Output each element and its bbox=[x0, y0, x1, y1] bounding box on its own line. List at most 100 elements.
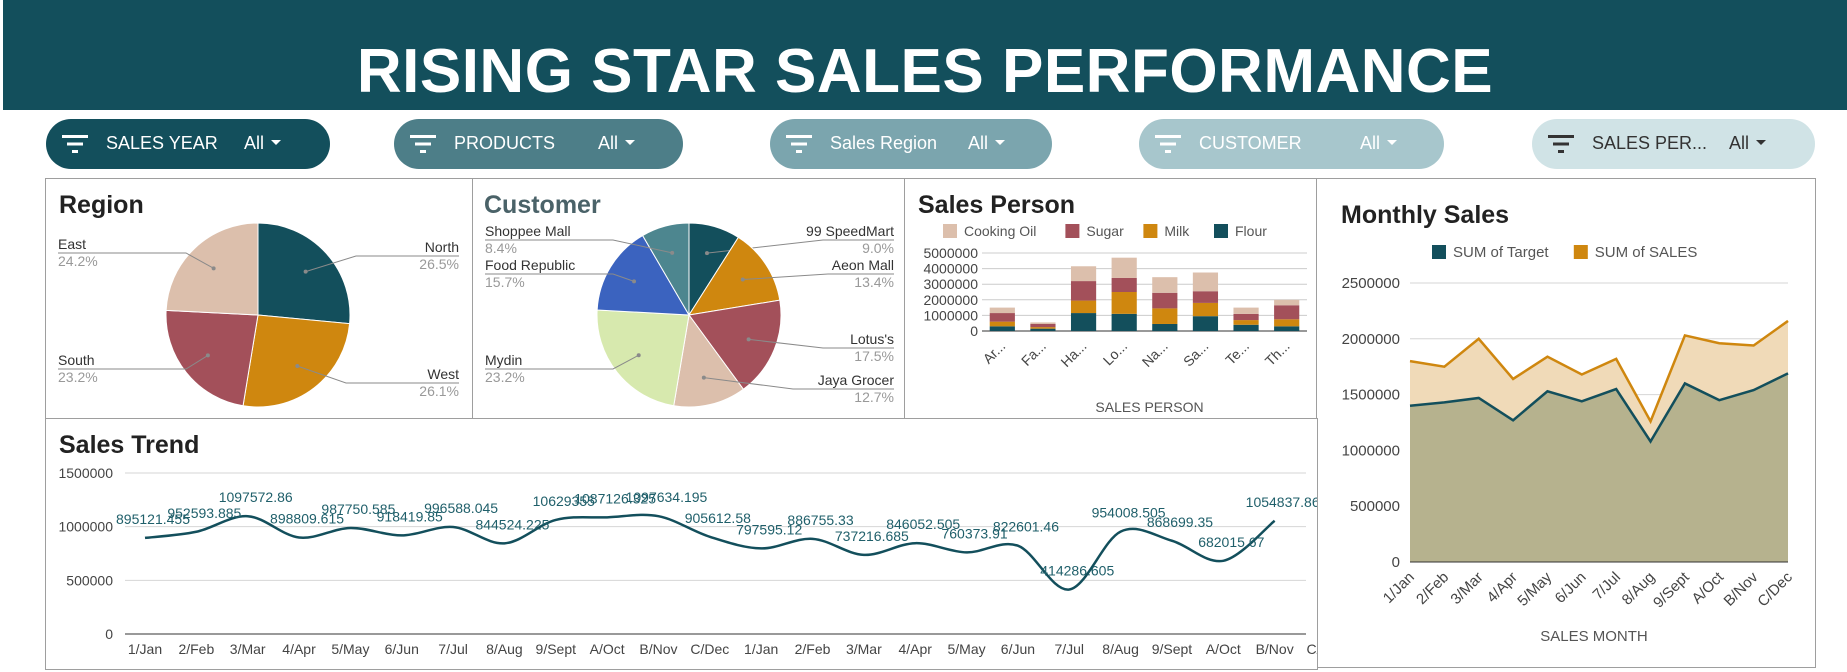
leader-dot bbox=[746, 337, 751, 342]
x-tick-label: 9/Sept bbox=[536, 641, 577, 657]
slice-percent: 13.4% bbox=[854, 274, 894, 290]
leader-dot bbox=[211, 266, 216, 271]
bar-segment bbox=[1233, 320, 1259, 325]
y-tick-label: 1500000 bbox=[1342, 387, 1400, 404]
bar-segment bbox=[989, 313, 1015, 322]
slice-label: West bbox=[427, 366, 459, 382]
x-tick-label: A/Oct bbox=[1206, 641, 1241, 657]
x-axis-title: SALES MONTH bbox=[1540, 628, 1648, 645]
bar-segment bbox=[1152, 323, 1178, 331]
y-tick-label: 1000000 bbox=[923, 307, 978, 323]
filter-sales-year[interactable]: SALES YEAR All bbox=[46, 119, 330, 169]
filter-products[interactable]: PRODUCTS All bbox=[394, 119, 683, 169]
x-tick-label: C/Dec bbox=[1754, 568, 1796, 610]
filter-value-dropdown[interactable]: All bbox=[968, 133, 1006, 154]
bar-segment bbox=[989, 307, 1015, 314]
bar-segment bbox=[1192, 291, 1219, 303]
y-tick-label: 1000000 bbox=[58, 519, 113, 535]
x-tick-label: 9/Sept bbox=[1650, 568, 1693, 611]
leader-dot bbox=[704, 251, 709, 256]
filter-sales-region[interactable]: Sales Region All bbox=[770, 119, 1052, 169]
filter-icon bbox=[62, 135, 88, 153]
bar-segment bbox=[1111, 313, 1137, 331]
x-tick-label: Te... bbox=[1222, 338, 1252, 368]
bar-segment bbox=[1274, 326, 1300, 331]
slice-percent: 17.5% bbox=[854, 348, 894, 364]
x-axis-title: SALES PERSON bbox=[1095, 399, 1203, 415]
legend-label: Cooking Oil bbox=[964, 223, 1036, 239]
leader-dot bbox=[632, 279, 637, 284]
slice-percent: 23.2% bbox=[58, 369, 98, 385]
slice-label: Mydin bbox=[485, 352, 522, 368]
legend-label: Sugar bbox=[1086, 223, 1124, 239]
filter-icon bbox=[1548, 135, 1574, 153]
slice-percent: 26.1% bbox=[419, 383, 459, 399]
data-label: 868699.35 bbox=[1147, 514, 1213, 530]
filter-value-dropdown[interactable]: All bbox=[598, 133, 636, 154]
slice-percent: 12.7% bbox=[854, 389, 894, 405]
region-pie-chart: North26.5% West26.1% South23.2% East24.2% bbox=[58, 222, 459, 408]
bar-segment bbox=[989, 321, 1015, 327]
bar-segment bbox=[1233, 307, 1259, 314]
slice-label: Jaya Grocer bbox=[818, 372, 895, 388]
bar-segment bbox=[1030, 327, 1056, 329]
legend-swatch bbox=[1143, 224, 1158, 238]
caret-down-icon bbox=[1387, 139, 1398, 145]
pie-slice bbox=[165, 309, 259, 407]
bar-segment bbox=[1274, 299, 1300, 306]
bar-segment bbox=[1152, 292, 1178, 309]
x-tick-label: C/Dec bbox=[690, 641, 729, 657]
slice-label: Food Republic bbox=[485, 257, 575, 273]
legend-label: SUM of SALES bbox=[1595, 244, 1698, 261]
y-tick-label: 1000000 bbox=[1342, 442, 1400, 459]
filter-icon bbox=[786, 135, 812, 153]
sales-person-panel: Sales Person Cooking Oil Sugar Milk Flour 50… bbox=[904, 178, 1317, 419]
caret-down-icon bbox=[995, 139, 1006, 145]
x-tick-label: 4/Apr bbox=[282, 641, 316, 657]
bar-segment bbox=[1152, 277, 1178, 293]
x-tick-label: 1/Jan bbox=[1380, 569, 1418, 607]
y-tick-label: 5000000 bbox=[923, 245, 978, 261]
x-tick-label: B/Nov bbox=[1256, 641, 1294, 657]
filter-icon bbox=[1155, 135, 1181, 153]
leader-dot bbox=[740, 277, 745, 282]
filter-label: CUSTOMER bbox=[1199, 133, 1302, 153]
x-tick-label: 2/Feb bbox=[178, 641, 214, 657]
x-tick-label: A/Oct bbox=[1689, 568, 1728, 607]
dashboard-title: RISING STAR SALES PERFORMANCE bbox=[356, 37, 1494, 106]
bar-segment bbox=[1274, 305, 1300, 320]
x-tick-label: B/Nov bbox=[1721, 568, 1762, 609]
slice-percent: 24.2% bbox=[58, 253, 98, 269]
leader-dot bbox=[303, 269, 308, 274]
x-tick-label: Na... bbox=[1139, 338, 1171, 370]
filter-value-dropdown[interactable]: All bbox=[1729, 133, 1767, 154]
data-label: 682015.67 bbox=[1198, 534, 1264, 550]
legend-swatch bbox=[1432, 245, 1446, 259]
x-tick-label: Ha... bbox=[1057, 338, 1089, 370]
filter-value-dropdown[interactable]: All bbox=[244, 133, 282, 154]
legend-swatch bbox=[1214, 224, 1228, 238]
y-tick-label: 500000 bbox=[66, 572, 113, 588]
y-tick-label: 3000000 bbox=[923, 276, 978, 292]
filter-sales-person[interactable]: SALES PER... All bbox=[1532, 119, 1815, 169]
bar-segment bbox=[1233, 313, 1259, 321]
legend-swatch bbox=[1573, 245, 1588, 259]
bar-segment bbox=[1192, 302, 1219, 317]
area-fill bbox=[1410, 373, 1788, 562]
x-tick-label: C/Dec bbox=[1307, 641, 1317, 657]
y-tick-label: 2500000 bbox=[1342, 275, 1400, 292]
legend-label: Flour bbox=[1235, 223, 1267, 239]
pie-slice bbox=[242, 314, 351, 408]
bar-segment bbox=[1070, 300, 1097, 314]
x-tick-label: 3/Mar bbox=[1447, 569, 1486, 608]
x-tick-label: 7/Jul bbox=[1054, 641, 1084, 657]
sales-trend-panel: Sales Trend 1500000 1000000 500000 0 1/Jan 2/… bbox=[45, 418, 1318, 670]
x-tick-label: 9/Sept bbox=[1152, 641, 1193, 657]
leader-dot bbox=[636, 353, 641, 358]
filter-customer[interactable]: CUSTOMER All bbox=[1139, 119, 1444, 169]
filter-label: SALES PER... bbox=[1592, 133, 1708, 153]
x-tick-label: 3/Mar bbox=[846, 641, 882, 657]
x-tick-label: 4/Apr bbox=[1484, 569, 1521, 606]
filter-value-dropdown[interactable]: All bbox=[1360, 133, 1398, 154]
bar-segment bbox=[1070, 313, 1097, 331]
